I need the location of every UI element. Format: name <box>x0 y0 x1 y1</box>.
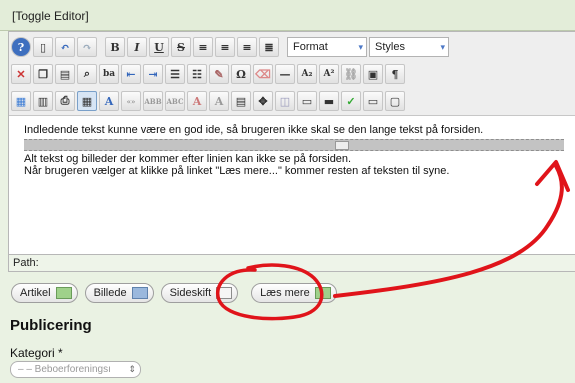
toolbar-row-3: ▦ ▥ ⎙ ▦ A «» ABB ABC A A ▤ ✥ ◫ ▭ ▬ ✓ ▭ ▢ <box>11 89 405 113</box>
toolbar-row-2: ✕ ❐ ▤ ⌕ ba ⇤ ⇥ ☰ ☷ ✎ Ω ⌫ — A₂ A² ⛓ ▣ ¶ <box>11 62 405 86</box>
help-icon[interactable]: ? <box>11 37 31 57</box>
template-icon[interactable]: ▤ <box>231 91 251 111</box>
artikel-button-label: Artikel <box>20 287 51 299</box>
align-center-icon[interactable]: ≡ <box>215 37 235 57</box>
editor-path-bar: Path: <box>8 254 575 272</box>
acronym-icon[interactable]: ABB <box>143 91 163 111</box>
article-icon <box>55 287 72 299</box>
horizontal-rule-icon[interactable]: — <box>275 64 295 84</box>
rest-paragraph-line1: Alt tekst og billeder der kommer efter l… <box>24 153 352 165</box>
undo-icon[interactable]: ↶ <box>55 37 75 57</box>
media-icon[interactable]: ▥ <box>33 91 53 111</box>
laes-mere-button[interactable]: Læs mere <box>251 283 337 303</box>
new-document-icon[interactable]: ▯ <box>33 37 53 57</box>
underline-icon[interactable]: U <box>149 37 169 57</box>
strike-icon[interactable]: A <box>187 91 207 111</box>
readmore-icon <box>314 287 331 299</box>
cleanup-icon[interactable]: ✎ <box>209 64 229 84</box>
toggle-editor-link[interactable]: [Toggle Editor] <box>12 9 89 23</box>
fullscreen-icon[interactable]: ▢ <box>385 91 405 111</box>
laes-mere-button-label: Læs mere <box>260 287 310 299</box>
spell-icon[interactable]: ▬ <box>319 91 339 111</box>
page-break-icon[interactable]: ✓ <box>341 91 361 111</box>
chevron-down-icon: ▾ <box>440 41 445 52</box>
layer-icon[interactable]: ◫ <box>275 91 295 111</box>
styles-select-label: Styles <box>375 41 405 53</box>
category-label: Kategori * <box>10 346 63 360</box>
category-select-value: – – Beboerforeningsı <box>18 364 111 375</box>
image-icon[interactable]: ▦ <box>11 91 31 111</box>
page-break-icon <box>216 287 233 299</box>
align-left-icon[interactable]: ≡ <box>193 37 213 57</box>
editor-extra-buttons: Artikel Billede Sideskift Læs mere <box>11 283 337 303</box>
readmore-marker-icon <box>335 141 349 150</box>
styles-select[interactable]: Styles ▾ <box>369 37 449 57</box>
editor-content-area[interactable]: Indledende tekst kunne være en god ide, … <box>9 116 575 254</box>
sideskift-button-label: Sideskift <box>169 287 212 299</box>
copy-icon[interactable]: ❐ <box>33 64 53 84</box>
bold-icon[interactable]: B <box>105 37 125 57</box>
indent-icon[interactable]: ⇥ <box>143 64 163 84</box>
bullet-list-icon[interactable]: ☰ <box>165 64 185 84</box>
rest-paragraph-line2: Når brugeren vælger at klikke på linket … <box>24 165 450 177</box>
path-label: Path: <box>13 257 39 269</box>
artikel-button[interactable]: Artikel <box>11 283 78 303</box>
paragraph-icon[interactable]: ¶ <box>385 64 405 84</box>
source-icon[interactable]: ▣ <box>363 64 383 84</box>
toggle-editor-bar: [Toggle Editor] <box>0 0 575 31</box>
toolbar-row-1: ? ▯ ↶ ↷ B I U S ≡ ≡ ≡ ≣ Format ▾ Styles … <box>11 35 449 59</box>
readmore-separator <box>24 139 564 151</box>
cite-icon[interactable]: ABC <box>165 91 185 111</box>
format-select-label: Format <box>293 41 328 53</box>
link-icon[interactable]: ⛓ <box>341 64 361 84</box>
table-icon[interactable]: ▦ <box>77 91 97 111</box>
italic-icon[interactable]: I <box>127 37 147 57</box>
chevron-updown-icon: ⇕ <box>128 364 136 374</box>
format-select[interactable]: Format ▾ <box>287 37 367 57</box>
rich-text-editor: ? ▯ ↶ ↷ B I U S ≡ ≡ ≡ ≣ Format ▾ Styles … <box>8 31 575 258</box>
numbered-list-icon[interactable]: ☷ <box>187 64 207 84</box>
spellcheck-icon[interactable]: A <box>99 91 119 111</box>
paste-icon[interactable]: ▤ <box>55 64 75 84</box>
redo-icon[interactable]: ↷ <box>77 37 97 57</box>
picture-icon <box>131 287 148 299</box>
billede-button[interactable]: Billede <box>84 283 154 303</box>
subscript-icon[interactable]: A₂ <box>297 64 317 84</box>
justify-icon[interactable]: ≣ <box>259 37 279 57</box>
print-icon[interactable]: ⎙ <box>55 91 75 111</box>
readmore-icon[interactable]: ▭ <box>363 91 383 111</box>
intro-paragraph: Indledende tekst kunne være en god ide, … <box>24 124 484 136</box>
align-right-icon[interactable]: ≡ <box>237 37 257 57</box>
outdent-icon[interactable]: ⇤ <box>121 64 141 84</box>
strikethrough-icon[interactable]: S <box>171 37 191 57</box>
insert-icon[interactable]: A <box>209 91 229 111</box>
ruler-icon[interactable]: ▭ <box>297 91 317 111</box>
publishing-heading: Publicering <box>10 317 92 334</box>
editor-toolbar: ? ▯ ↶ ↷ B I U S ≡ ≡ ≡ ≣ Format ▾ Styles … <box>9 32 575 116</box>
visual-aid-icon[interactable]: ✥ <box>253 91 273 111</box>
replace-icon[interactable]: ba <box>99 64 119 84</box>
chevron-down-icon: ▾ <box>358 41 363 52</box>
find-icon[interactable]: ⌕ <box>77 64 97 84</box>
superscript-icon[interactable]: A² <box>319 64 339 84</box>
abbr-icon[interactable]: «» <box>121 91 141 111</box>
sideskift-button[interactable]: Sideskift <box>160 283 239 303</box>
eraser-icon[interactable]: ⌫ <box>253 64 273 84</box>
special-char-icon[interactable]: Ω <box>231 64 251 84</box>
cut-icon[interactable]: ✕ <box>11 64 31 84</box>
category-select[interactable]: – – Beboerforeningsı ⇕ <box>10 361 141 378</box>
billede-button-label: Billede <box>93 287 127 299</box>
